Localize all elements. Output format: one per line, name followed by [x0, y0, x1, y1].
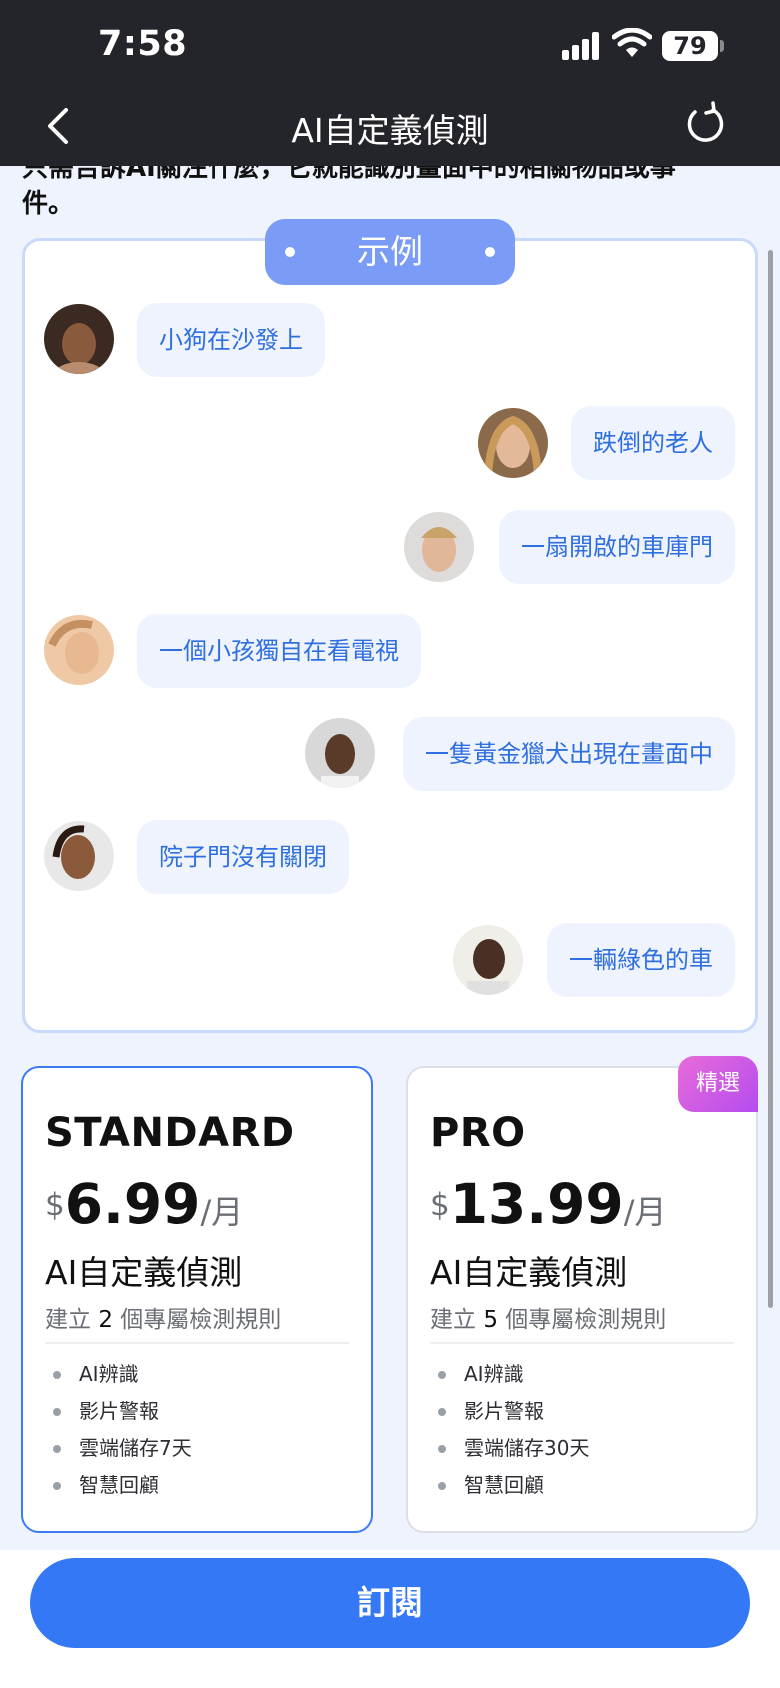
plan-description: 建立 2 個專屬檢測規則 — [45, 1300, 281, 1334]
avatar — [305, 718, 375, 788]
plan-card-standard[interactable]: STANDARD $6.99/月 AI自定義偵測 建立 2 個專屬檢測規則 AI… — [21, 1066, 373, 1533]
example-tag-label: 示例 — [357, 232, 423, 271]
avatar — [44, 821, 114, 891]
tag-dot-left — [285, 247, 295, 257]
desc-prefix: 建立 — [45, 1307, 91, 1333]
page-title: AI自定義偵測 — [291, 111, 489, 150]
featured-badge: 精選 — [678, 1056, 758, 1112]
price-period: /月 — [623, 1193, 667, 1231]
price-period: /月 — [200, 1193, 244, 1231]
avatar — [478, 408, 548, 478]
plan-feature: AI自定義偵測 — [45, 1253, 243, 1292]
rule-count: 2 — [98, 1307, 113, 1333]
plan-name: STANDARD — [45, 1110, 295, 1156]
list-item: 雲端儲存7天 — [53, 1430, 192, 1467]
avatar — [44, 304, 114, 374]
price-amount: 6.99 — [64, 1172, 201, 1236]
example-message: 一個小孩獨自在看電視 — [137, 614, 421, 688]
example-tag: 示例 — [265, 219, 515, 285]
divider — [45, 1342, 349, 1344]
plan-card-pro[interactable]: PRO $13.99/月 AI自定義偵測 建立 5 個專屬檢測規則 AI辨識 影… — [406, 1066, 758, 1533]
plan-feature-list: AI辨識 影片警報 雲端儲存30天 智慧回顧 — [438, 1356, 589, 1504]
top-bar: 7:58 79 AI自定義偵測 — [0, 0, 780, 166]
price-amount: 13.99 — [449, 1172, 624, 1236]
desc-suffix: 個專屬檢測規則 — [505, 1307, 667, 1333]
avatar — [404, 512, 474, 582]
list-item: 雲端儲存30天 — [438, 1430, 589, 1467]
status-time: 7:58 — [98, 24, 188, 64]
plan-name: PRO — [430, 1110, 526, 1156]
wifi-icon — [612, 28, 652, 57]
example-message: 小狗在沙發上 — [137, 303, 325, 377]
plan-price: $13.99/月 — [430, 1172, 667, 1236]
intro-line-2: 件。 — [22, 189, 75, 219]
avatar — [453, 925, 523, 995]
scrollbar[interactable] — [768, 250, 773, 1308]
currency-symbol: $ — [45, 1187, 65, 1223]
rule-count: 5 — [483, 1307, 498, 1333]
list-item: AI辨識 — [53, 1356, 192, 1393]
battery-tip — [720, 40, 724, 52]
battery-icon: 79 — [662, 31, 718, 61]
plan-feature-list: AI辨識 影片警報 雲端儲存7天 智慧回顧 — [53, 1356, 192, 1504]
example-message: 一隻黃金獵犬出現在畫面中 — [403, 717, 735, 791]
plan-price: $6.99/月 — [45, 1172, 243, 1236]
list-item: 智慧回顧 — [438, 1467, 589, 1504]
avatar — [44, 615, 114, 685]
example-message: 跌倒的老人 — [571, 406, 735, 480]
example-message: 一輛綠色的車 — [547, 923, 735, 997]
cellular-signal-icon — [562, 32, 602, 60]
example-message: 院子門沒有關閉 — [137, 820, 349, 894]
subscribe-button[interactable]: 訂閱 — [30, 1558, 750, 1648]
tag-dot-right — [485, 247, 495, 257]
list-item: AI辨識 — [438, 1356, 589, 1393]
refresh-icon[interactable] — [683, 100, 727, 148]
list-item: 影片警報 — [438, 1393, 589, 1430]
desc-prefix: 建立 — [430, 1307, 476, 1333]
plan-feature: AI自定義偵測 — [430, 1253, 628, 1292]
desc-suffix: 個專屬檢測規則 — [120, 1307, 282, 1333]
example-message: 一扇開啟的車庫門 — [499, 510, 735, 584]
plan-description: 建立 5 個專屬檢測規則 — [430, 1300, 666, 1334]
list-item: 影片警報 — [53, 1393, 192, 1430]
divider — [430, 1342, 734, 1344]
list-item: 智慧回顧 — [53, 1467, 192, 1504]
currency-symbol: $ — [430, 1187, 450, 1223]
